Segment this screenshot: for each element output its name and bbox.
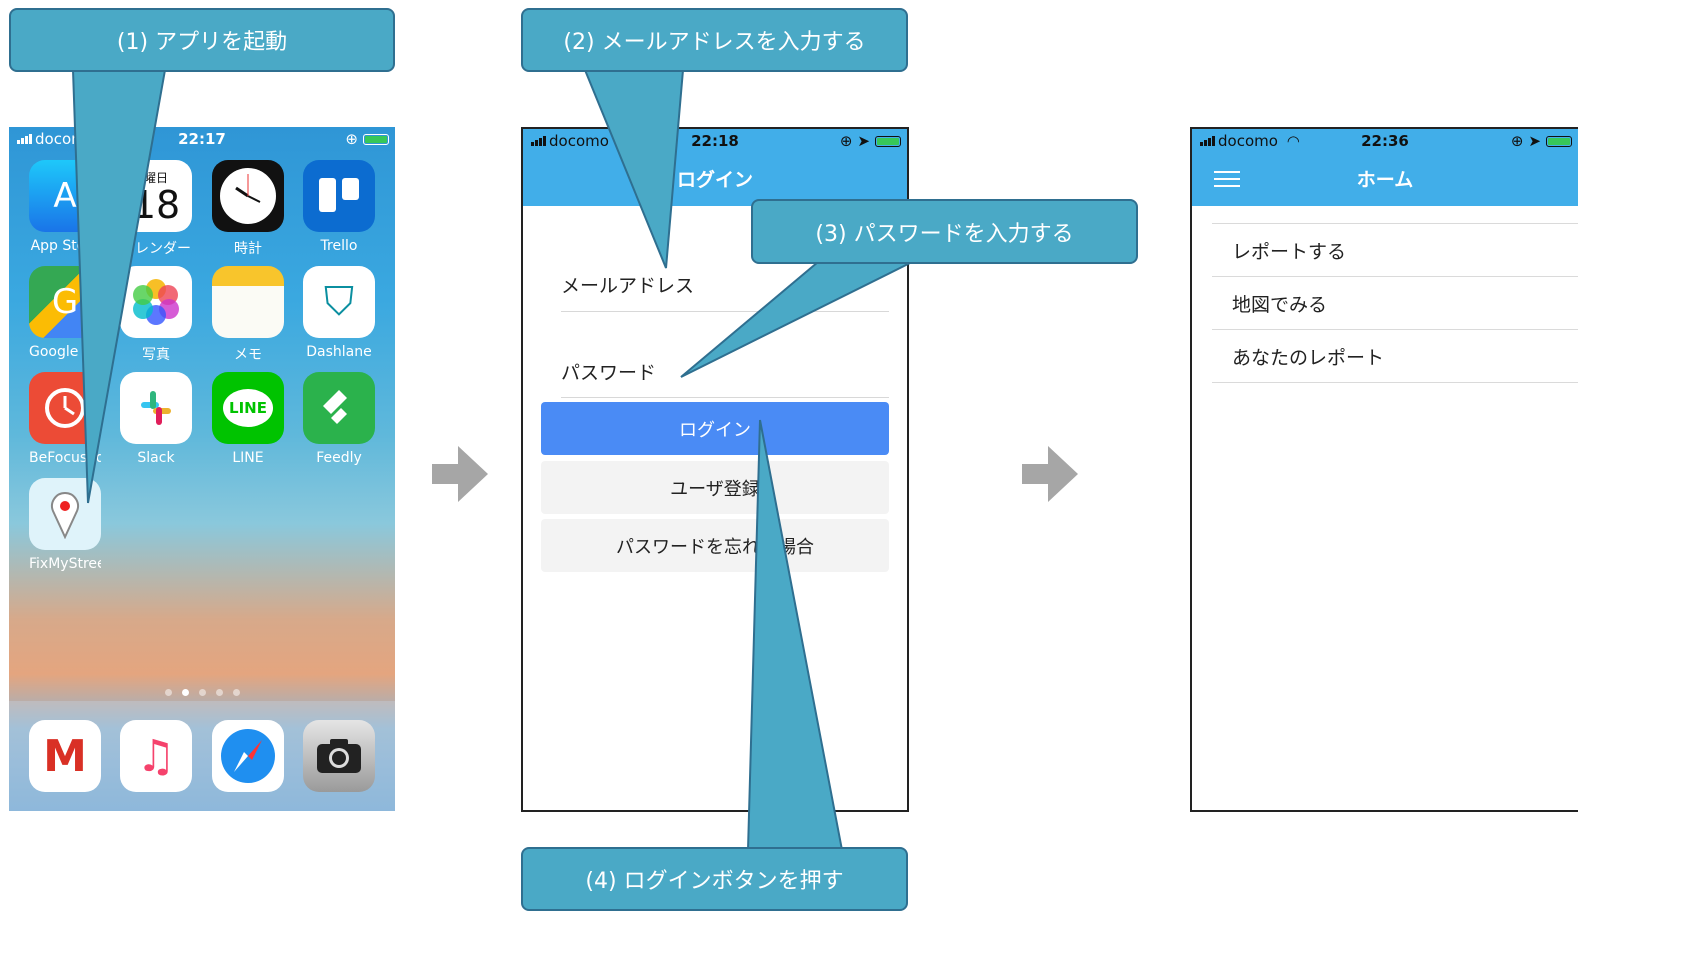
- callout-step-3-text: (3) パスワードを入力する: [815, 221, 1074, 247]
- callout-step-4-text: (4) ログインボタンを押す: [585, 869, 844, 894]
- callout-tails: [71, 69, 913, 851]
- callout-3-tail: [680, 261, 913, 378]
- callout-4-tail: [746, 419, 844, 851]
- callout-step-4: (4) ログインボタンを押す: [521, 847, 908, 911]
- callout-step-3: (3) パスワードを入力する: [751, 199, 1138, 264]
- callout-step-1: (1) アプリを起動: [9, 8, 395, 72]
- callout-step-2: (2) メールアドレスを入力する: [521, 8, 908, 72]
- callout-step-2-text: (2) メールアドレスを入力する: [563, 30, 866, 55]
- callout-2-tail: [583, 69, 685, 269]
- callout-1-tail: [71, 69, 167, 504]
- callout-step-1-text: (1) アプリを起動: [116, 30, 288, 55]
